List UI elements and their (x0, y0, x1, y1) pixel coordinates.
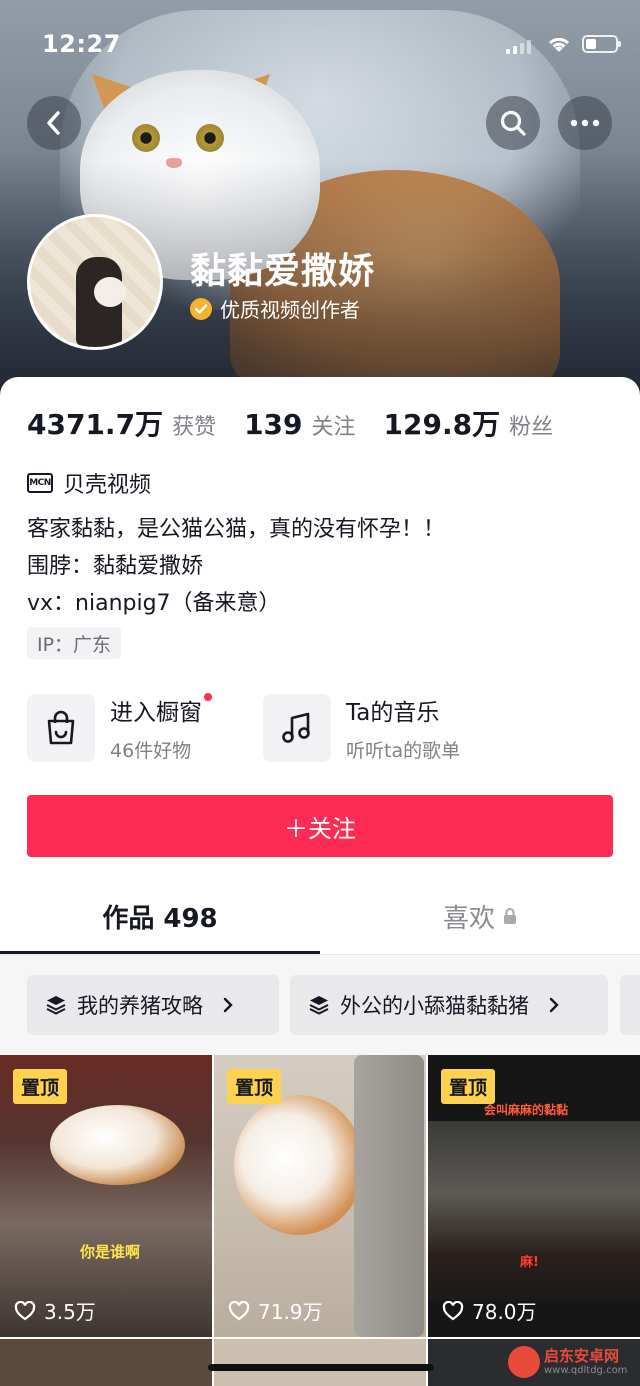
stat-followers[interactable]: 129.8万 粉丝 (384, 403, 554, 443)
cellular-signal-icon (506, 38, 531, 54)
stat-followers-value: 129.8万 (383, 408, 501, 441)
lock-icon (504, 908, 516, 924)
video-thumbnail[interactable]: 你是谁啊 置顶 3.5万 (0, 1055, 212, 1337)
tab-likes[interactable]: 喜欢 (320, 877, 640, 955)
status-time: 12:27 (42, 30, 121, 58)
video-like-count: 71.9万 (228, 1296, 323, 1325)
watermark-title: 启东安卓网 (544, 1347, 620, 1365)
follow-button-label: ＋关注 (284, 814, 356, 843)
collection-chip-label: 我的养猪攻略 (77, 994, 203, 1018)
status-bar: 12:27 (0, 30, 640, 66)
stat-likes[interactable]: 4371.7万 获赞 (27, 403, 216, 443)
profile-nickname: 黏黏爱撒娇 (190, 251, 376, 292)
back-button[interactable] (27, 96, 81, 150)
bio-line: 客家黏黏，是公猫公猫，真的没有怀孕！！ (27, 517, 446, 542)
site-watermark: 启东安卓网 www.qdltdg.com (508, 1340, 636, 1384)
shop-window-entry[interactable]: 进入橱窗 46件好物 (27, 693, 212, 763)
shop-window-subtitle: 46件好物 (110, 740, 192, 762)
certification-row[interactable]: 优质视频创作者 (190, 294, 360, 323)
mcn-label: 贝壳视频 (63, 473, 152, 498)
tab-active-indicator (0, 951, 320, 954)
chevron-right-icon (549, 997, 559, 1013)
video-like-count: 3.5万 (14, 1296, 96, 1325)
home-indicator[interactable] (208, 1364, 434, 1371)
tab-works[interactable]: 作品 498 (0, 877, 320, 955)
heart-icon (442, 1300, 464, 1320)
video-thumbnail[interactable]: 会叫麻麻的黏黏 麻! 置顶 78.0万 (428, 1055, 640, 1337)
collections-row: 我的养猪攻略 外公的小舔猫黏黏猪 (0, 955, 640, 1055)
battery-icon (582, 35, 621, 53)
shop-window-title: 进入橱窗 (110, 693, 212, 727)
stat-following-value: 139 (244, 408, 303, 441)
video-like-count: 78.0万 (442, 1296, 537, 1325)
video-thumbnail[interactable]: 置顶 71.9万 (214, 1055, 426, 1337)
thumbnail-scene (428, 1121, 640, 1301)
ip-location-tag: IP：广东 (27, 627, 122, 659)
stat-likes-label: 获赞 (172, 415, 217, 440)
avatar[interactable] (27, 214, 163, 350)
bio-line: 围脖：黏黏爱撒娇 (27, 554, 204, 579)
bio-line: vx：nianpig7（备来意） (27, 591, 281, 616)
verified-check-icon (190, 297, 212, 320)
content-tabs: 作品 498 喜欢 (0, 877, 640, 955)
music-title: Ta的音乐 (346, 700, 440, 726)
mcn-icon: MCN (27, 473, 53, 493)
video-grid: 你是谁啊 置顶 3.5万 置顶 71.9万 会叫麻麻的黏黏 麻! 置顶 78.0… (0, 1055, 640, 1386)
avatar-cat (94, 277, 126, 307)
more-options-button[interactable] (558, 96, 612, 150)
heart-icon (14, 1300, 36, 1320)
search-button[interactable] (486, 96, 540, 150)
pinned-badge: 置顶 (227, 1069, 282, 1104)
shopping-bag-icon (27, 694, 95, 762)
pinned-badge: 置顶 (441, 1069, 496, 1104)
profile-stats: 4371.7万 获赞 139 关注 129.8万 粉丝 (27, 403, 553, 443)
stat-following[interactable]: 139 关注 (244, 408, 355, 441)
profile-sheet: 4371.7万 获赞 139 关注 129.8万 粉丝 MCN 贝壳视频 客家黏… (0, 377, 640, 1386)
tab-works-label: 作品 498 (102, 903, 218, 934)
notification-dot (204, 693, 212, 701)
tab-likes-label: 喜欢 (442, 903, 495, 934)
thumbnail-cat (50, 1105, 185, 1185)
thumbnail-cat (234, 1095, 364, 1235)
thumbnail-legs (354, 1055, 424, 1337)
video-caption: 会叫麻麻的黏黏 (484, 1103, 569, 1117)
pinned-badge: 置顶 (13, 1069, 68, 1104)
music-entry[interactable]: Ta的音乐 听听ta的歌单 (263, 693, 460, 763)
stat-followers-label: 粉丝 (509, 415, 554, 440)
stat-following-label: 关注 (311, 415, 356, 440)
music-subtitle: 听听ta的歌单 (346, 740, 461, 762)
video-thumbnail[interactable] (214, 1339, 426, 1386)
video-caption: 你是谁啊 (80, 1243, 141, 1261)
layers-icon (46, 996, 66, 1015)
collection-chip-partial[interactable] (620, 975, 640, 1035)
collection-chip[interactable]: 我的养猪攻略 (27, 975, 279, 1035)
layers-icon (309, 996, 329, 1015)
follow-button[interactable]: ＋关注 (27, 795, 613, 857)
more-dots-icon (570, 119, 600, 127)
watermark-url: www.qdltdg.com (544, 1365, 628, 1376)
bio: 客家黏黏，是公猫公猫，真的没有怀孕！！ 围脖：黏黏爱撒娇 vx：nianpig7… (27, 511, 445, 622)
search-icon (500, 110, 526, 136)
collection-chip[interactable]: 外公的小舔猫黏黏猪 (290, 975, 608, 1035)
chevron-right-icon (223, 997, 233, 1013)
music-note-icon (263, 694, 331, 762)
video-caption-secondary: 麻! (520, 1255, 539, 1270)
stat-likes-value: 4371.7万 (27, 408, 164, 441)
chevron-left-icon (47, 111, 60, 135)
heart-icon (228, 1300, 250, 1320)
watermark-logo (508, 1346, 540, 1378)
wifi-icon (548, 37, 570, 52)
collection-chip-label: 外公的小舔猫黏黏猪 (340, 994, 529, 1018)
mcn-row[interactable]: MCN 贝壳视频 (27, 467, 151, 499)
certification-label: 优质视频创作者 (220, 298, 360, 322)
video-thumbnail[interactable] (0, 1339, 212, 1386)
